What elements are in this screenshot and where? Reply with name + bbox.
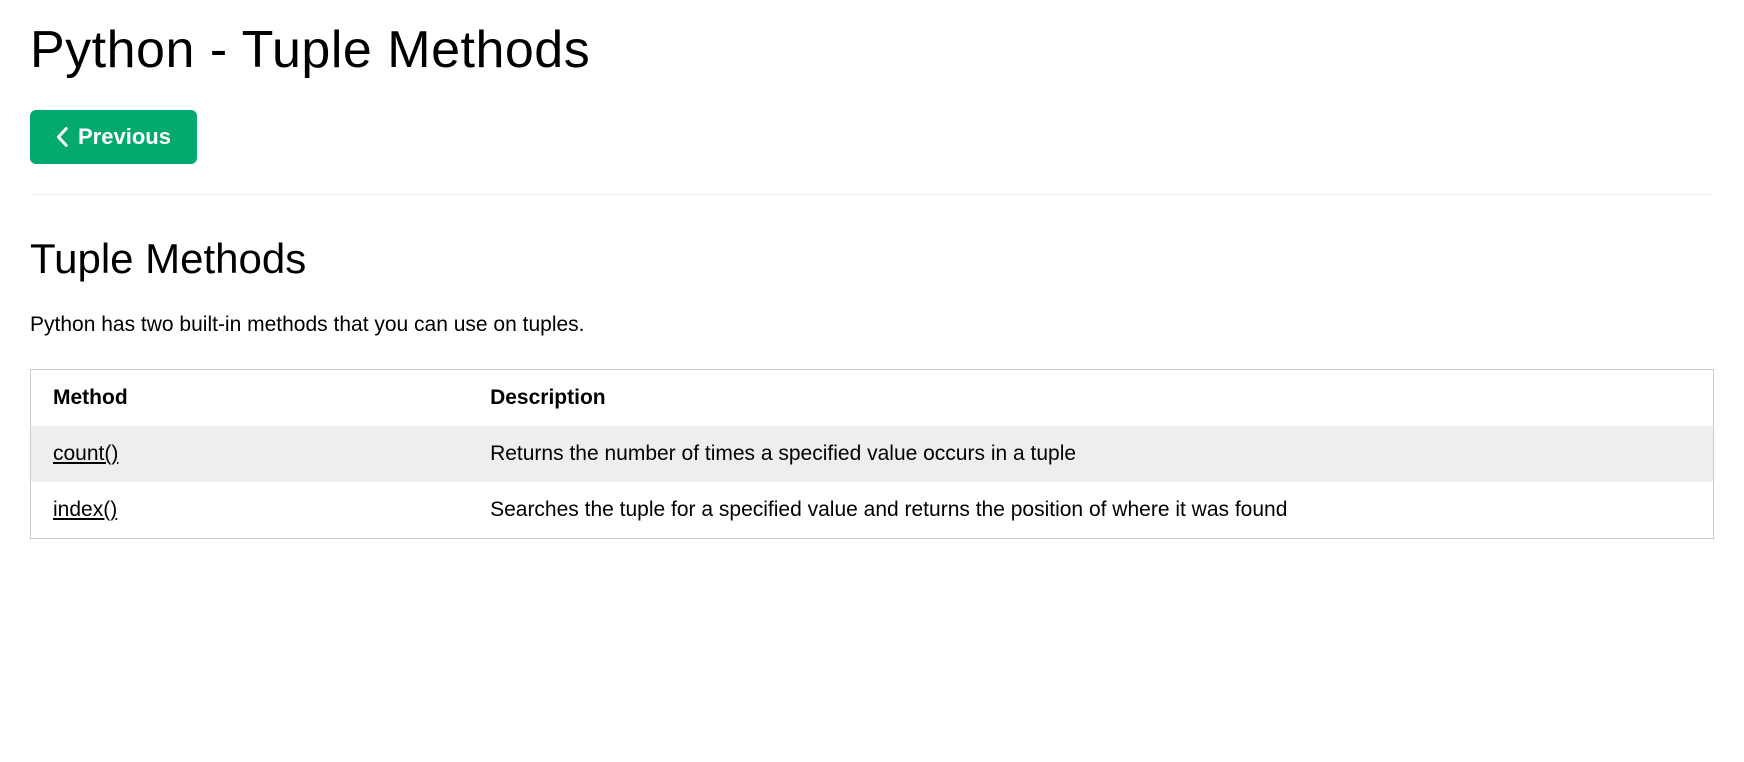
table-header-description: Description (468, 370, 1713, 427)
previous-button-label: Previous (78, 124, 171, 150)
table-row: index() Searches the tuple for a specifi… (31, 482, 1714, 539)
method-link-index[interactable]: index() (53, 498, 117, 521)
table-row: count() Returns the number of times a sp… (31, 426, 1714, 482)
page-title: Python - Tuple Methods (30, 20, 1714, 80)
methods-table: Method Description count() Returns the n… (30, 369, 1714, 539)
intro-text: Python has two built-in methods that you… (30, 313, 1714, 337)
section-heading: Tuple Methods (30, 235, 1714, 283)
method-description: Searches the tuple for a specified value… (468, 482, 1713, 539)
table-header-method: Method (31, 370, 469, 427)
method-link-count[interactable]: count() (53, 442, 118, 465)
chevron-left-icon (56, 127, 68, 147)
previous-button[interactable]: Previous (30, 110, 197, 164)
section-divider (30, 194, 1714, 195)
method-description: Returns the number of times a specified … (468, 426, 1713, 482)
